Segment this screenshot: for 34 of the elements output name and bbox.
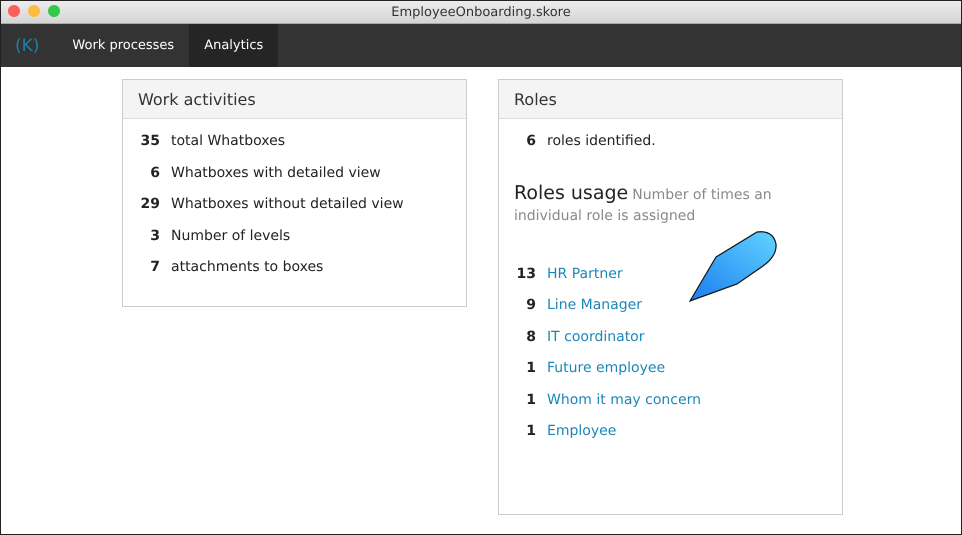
card-title: Work activities [138,90,256,108]
stat-label: attachments to boxes [171,259,324,275]
stat-label: Whatboxes without detailed view [171,196,404,212]
role-count: 13 [516,266,536,282]
role-count: 9 [525,297,536,313]
logo[interactable]: (K) [1,24,58,67]
role-link[interactable]: Employee [547,423,616,439]
zoom-icon[interactable] [48,5,60,17]
stat-count: 7 [149,259,160,275]
stat-count: 6 [149,164,160,180]
stat-label: roles identified. [547,133,656,149]
section-heading: Roles usage Number of times an individual role is assigned [514,182,773,226]
minimize-icon[interactable] [28,5,40,17]
nav-tab[interactable]: Analytics [189,24,278,67]
role-count: 8 [525,328,536,344]
stat-count: 29 [140,196,160,212]
role-link[interactable]: Future employee [547,360,666,376]
stat-count: 3 [149,228,160,244]
stat-count: 6 [525,133,536,149]
role-count: 1 [525,360,536,376]
role-link[interactable]: IT coordinator [547,328,645,344]
role-count: 1 [525,392,536,408]
stat-label: total Whatboxes [171,133,286,149]
close-icon[interactable] [8,5,20,17]
role-count: 1 [525,423,536,439]
nav-tab[interactable]: Work processes [57,24,190,67]
role-link[interactable]: Whom it may concern [547,392,701,408]
window-title: EmployeeOnboarding.skore [391,4,571,20]
role-link[interactable]: Line Manager [547,297,642,313]
stat-label: Number of levels [171,228,290,244]
card-title: Roles [514,90,557,108]
role-link[interactable]: HR Partner [547,266,623,282]
stat-count: 35 [140,133,160,149]
stat-label: Whatboxes with detailed view [171,164,381,180]
